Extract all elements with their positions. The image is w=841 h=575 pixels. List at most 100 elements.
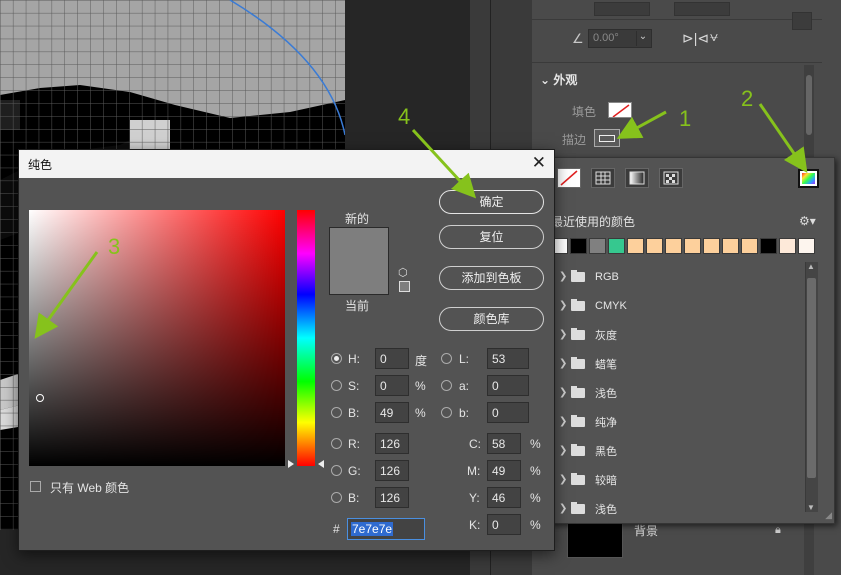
swatch-group-item[interactable]: ❯ 蜡笔 [549,349,803,378]
chevron-right-icon[interactable]: ❯ [559,387,571,398]
websafe-color-swatch[interactable] [399,281,410,292]
hue-slider[interactable] [297,210,315,466]
k-input[interactable]: 0 [487,514,521,535]
dialog-titlebar[interactable]: 纯色 ✕ [19,150,554,178]
chevron-right-icon[interactable]: ❯ [559,358,571,369]
recent-swatch[interactable] [589,238,606,254]
blue-radio[interactable] [331,492,342,503]
top-field-3[interactable] [792,12,812,30]
chevron-right-icon[interactable]: ❯ [559,416,571,427]
y-input[interactable]: 46 [487,487,521,508]
angle-value: 0.00° [593,32,619,44]
chevron-right-icon[interactable]: ❯ [559,474,571,485]
color-picker-button[interactable] [798,169,819,188]
swatch-group-item[interactable]: ❯ CMYK [549,291,803,320]
none-swatch-icon[interactable] [557,168,581,188]
blue-input[interactable]: 126 [375,487,409,508]
stroke-swatch[interactable] [594,129,620,147]
hue-slider-left-arrow[interactable] [288,460,294,468]
recent-swatch[interactable] [741,238,758,254]
top-field-1[interactable] [594,2,650,16]
a-input[interactable]: 0 [487,375,529,396]
chevron-right-icon[interactable]: ❯ [559,329,571,340]
panel-scrollbar-thumb[interactable] [806,75,812,135]
swatch-group-item[interactable]: ❯ 浅色 [549,494,803,523]
recent-swatch[interactable] [760,238,777,254]
recent-swatch[interactable] [646,238,663,254]
popup-scrollbar-thumb[interactable] [807,278,816,478]
g-radio[interactable] [331,465,342,476]
gear-icon[interactable]: ⚙▾ [799,214,816,228]
recent-swatch[interactable] [627,238,644,254]
close-icon[interactable]: ✕ [532,153,546,173]
gradient-icon[interactable] [625,168,649,188]
chevron-right-icon[interactable]: ❯ [559,503,571,514]
l-radio[interactable] [441,353,452,364]
s-radio[interactable] [331,380,342,391]
fill-swatch[interactable] [608,102,632,118]
resize-grip-icon[interactable]: ◢ [825,510,832,521]
recent-swatch[interactable] [722,238,739,254]
lab-b-radio[interactable] [441,407,452,418]
scroll-down-icon[interactable]: ▼ [807,503,815,512]
cube-icon[interactable]: ⬡ [398,266,408,279]
current-color-swatch[interactable] [330,261,388,294]
add-to-swatches-button[interactable]: 添加到色板 [439,266,544,290]
c-input[interactable]: 58 [487,433,521,454]
recent-swatch[interactable] [703,238,720,254]
g-input[interactable]: 126 [375,460,409,481]
pattern-icon[interactable] [659,168,683,188]
appearance-section-title[interactable]: ⌄ 外观 [540,71,577,88]
folder-icon [571,385,585,398]
recent-swatch[interactable] [608,238,625,254]
color-marker[interactable] [36,394,44,402]
angle-input[interactable]: 0.00° ⌄ [588,29,652,48]
ok-button[interactable]: 确定 [439,190,544,214]
reset-button[interactable]: 复位 [439,225,544,249]
swatch-group-item[interactable]: ❯ 浅色 [549,378,803,407]
web-only-checkbox[interactable] [30,481,41,492]
a-radio[interactable] [441,380,452,391]
grid-icon[interactable] [591,168,615,188]
hue-slider-right-arrow[interactable] [318,460,324,468]
layer-name[interactable]: 背景 [634,522,658,539]
lock-icon[interactable]: 🔒︎ [775,524,781,537]
recent-swatch[interactable] [570,238,587,254]
chevron-right-icon[interactable]: ❯ [559,271,571,282]
l-label: L: [459,352,470,366]
web-only-label[interactable]: 只有 Web 颜色 [50,479,129,496]
swatch-group-item[interactable]: ❯ 黑色 [549,436,803,465]
angle-icon: ∠ [572,31,584,46]
chevron-down-icon[interactable]: ⌄ [636,31,649,46]
l-input[interactable]: 53 [487,348,529,369]
swatch-group-item[interactable]: ❯ 较暗 [549,465,803,494]
saturation-brightness-field[interactable] [29,210,285,466]
swatch-group-item[interactable]: ❯ 纯净 [549,407,803,436]
recent-swatch[interactable] [798,238,815,254]
swatch-group-label: 较暗 [595,474,617,487]
chevron-right-icon[interactable]: ❯ [559,300,571,311]
swatch-group-item[interactable]: ❯ 灰度 [549,320,803,349]
recent-swatch[interactable] [665,238,682,254]
recent-swatch[interactable] [684,238,701,254]
h-radio[interactable] [331,353,342,364]
r-radio[interactable] [331,438,342,449]
h-label: H: [348,352,360,366]
r-input[interactable]: 126 [375,433,409,454]
chevron-right-icon[interactable]: ❯ [559,445,571,456]
h-input[interactable]: 0 [375,348,409,369]
flip-horizontal-icon[interactable]: ⊳|⊲ [682,30,709,47]
m-input[interactable]: 49 [487,460,521,481]
color-libraries-button[interactable]: 颜色库 [439,307,544,331]
layer-thumbnail[interactable] [567,523,623,558]
scroll-up-icon[interactable]: ▲ [807,262,815,271]
s-input[interactable]: 0 [375,375,409,396]
swatch-group-item[interactable]: ❯ RGB [549,262,803,291]
recent-swatch[interactable] [779,238,796,254]
flip-vertical-icon[interactable]: ⩝ [710,28,718,45]
b-input[interactable]: 49 [375,402,409,423]
lab-b-input[interactable]: 0 [487,402,529,423]
b-radio[interactable] [331,407,342,418]
hex-input[interactable]: 7e7e7e [347,518,425,540]
top-field-2[interactable] [674,2,730,16]
